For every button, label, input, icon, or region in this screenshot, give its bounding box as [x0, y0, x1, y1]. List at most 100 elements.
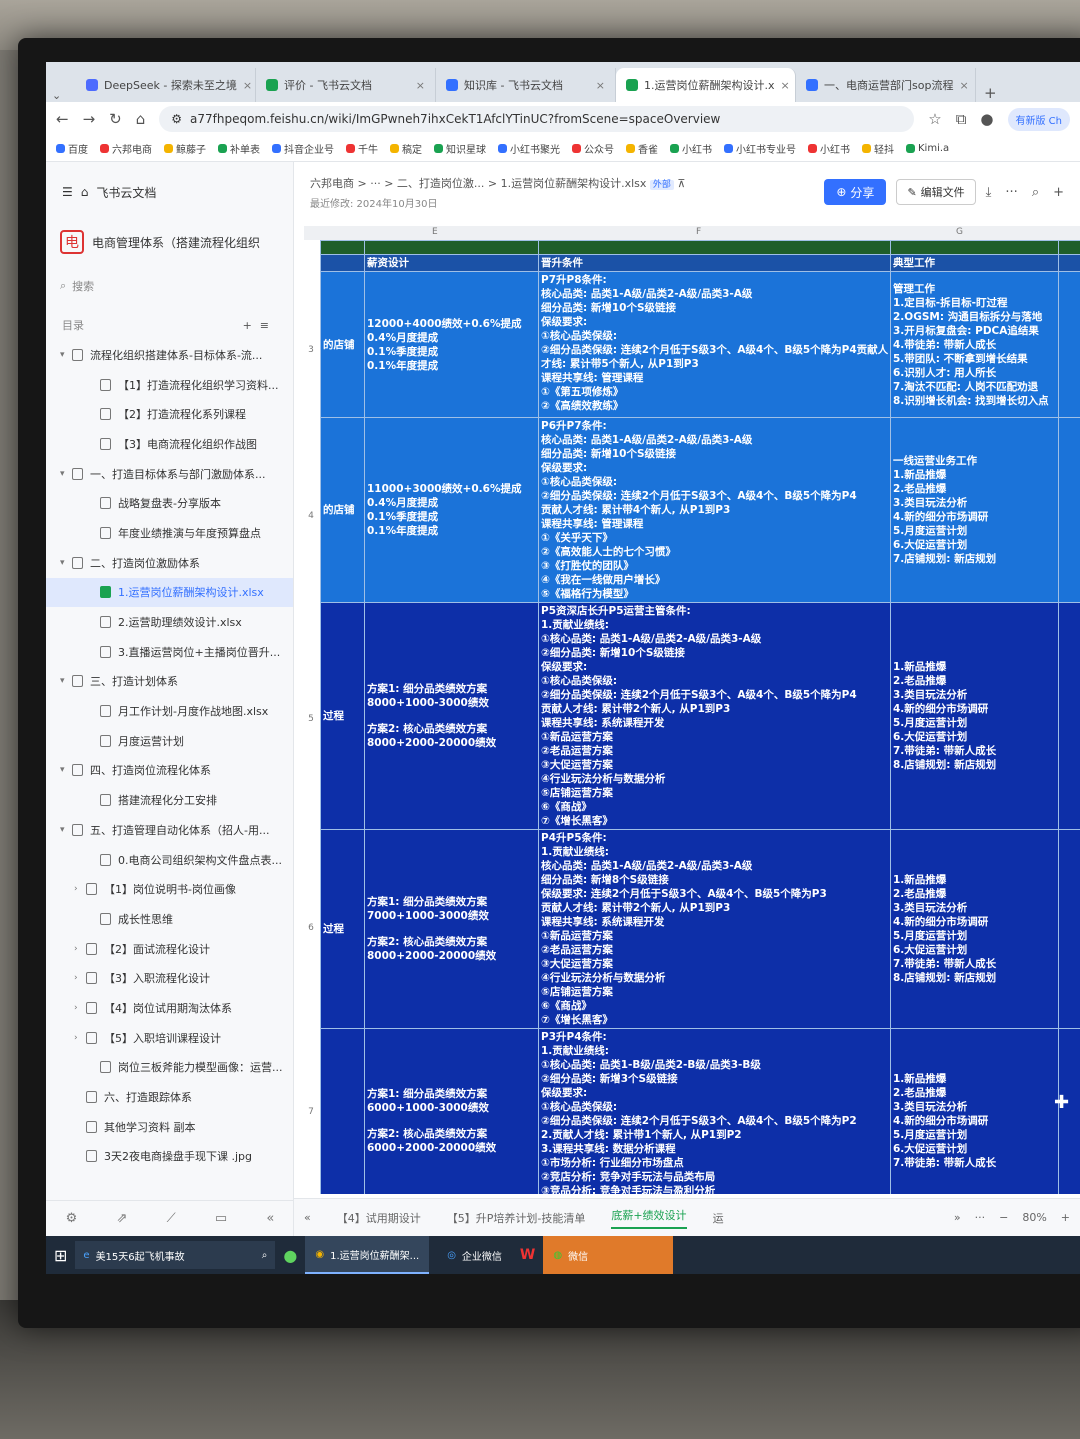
profile-icon[interactable]: ●: [980, 110, 993, 128]
sheet-tab[interactable]: 底薪+绩效设计: [611, 1207, 687, 1229]
expand-caret-icon[interactable]: ▾: [60, 558, 72, 568]
more-icon[interactable]: ···: [1005, 185, 1017, 200]
salary-cell[interactable]: 方案1: 细分品类绩效方案 8000+1000-3000绩效 方案2: 核心品类绩效…: [364, 602, 539, 830]
row-label-cell[interactable]: 过程: [320, 602, 365, 830]
collapse-sidebar-icon[interactable]: ☰: [62, 185, 73, 199]
bookmark-item[interactable]: 公众号: [572, 141, 614, 156]
promotion-cell[interactable]: P5资深店长升P5运营主管条件: 1.贡献业绩线: ①核心品类: 品类1-A级/品类…: [538, 602, 891, 830]
expand-caret-icon[interactable]: ›: [74, 973, 86, 983]
bookmark-item[interactable]: 六邦电商: [100, 141, 152, 156]
work-cell[interactable]: 一线运营业务工作 1.新品推爆 2.老品推爆 3.类目玩法分析 4.新的细分市场调研 5.…: [890, 417, 1059, 603]
bookmark-item[interactable]: 小红书聚光: [498, 141, 560, 156]
expand-caret-icon[interactable]: ▾: [60, 825, 72, 835]
home-icon[interactable]: ⌂: [81, 185, 89, 199]
toc-item[interactable]: ▾ 四、打造岗位流程化体系: [46, 756, 293, 786]
cell[interactable]: [320, 240, 365, 255]
close-tab-icon[interactable]: ×: [243, 79, 252, 92]
close-tab-icon[interactable]: ×: [596, 79, 605, 92]
cell[interactable]: [1058, 254, 1080, 272]
sheet-tab[interactable]: 运: [713, 1210, 724, 1226]
reload-icon[interactable]: ↻: [109, 110, 122, 128]
browser-tab[interactable]: DeepSeek - 探索未至之境 ×: [76, 68, 256, 102]
toc-item[interactable]: ▾ 五、打造管理自动化体系（招人-用...: [46, 815, 293, 845]
toc-item[interactable]: ▾ 二、打造岗位激励体系: [46, 548, 293, 578]
toc-item[interactable]: › 【2】面试流程化设计: [46, 934, 293, 964]
bookmark-item[interactable]: 小红书: [670, 141, 712, 156]
sort-icon[interactable]: ≡: [260, 319, 277, 332]
salary-cell[interactable]: 11000+3000绩效+0.6%提成 0.4%月度提成 0.1%季度提成 0.1%年…: [364, 417, 539, 603]
cell[interactable]: [538, 240, 891, 255]
site-info-icon[interactable]: ⚙: [171, 112, 182, 126]
browser-tab[interactable]: 一、电商运营部门sop流程 ×: [796, 68, 976, 102]
column-e-header[interactable]: E: [432, 227, 438, 237]
expand-caret-icon[interactable]: ▾: [60, 765, 72, 775]
expand-caret-icon[interactable]: ›: [74, 944, 86, 954]
cell[interactable]: [1058, 271, 1080, 418]
toc-item[interactable]: 0.电商公司组织架构文件盘点表...: [46, 845, 293, 875]
header-work[interactable]: 典型工作: [890, 254, 1059, 272]
add-icon[interactable]: +: [1053, 185, 1064, 200]
windows-start-icon[interactable]: ⊞: [54, 1246, 67, 1265]
promotion-cell[interactable]: P4升P5条件: 1.贡献业绩线: 核心品类: 品类1-A级/品类2-A级/品类3-…: [538, 829, 891, 1029]
toc-item[interactable]: 六、打造跟踪体系: [46, 1082, 293, 1112]
header-salary[interactable]: 薪资设计: [364, 254, 539, 272]
row-label-cell[interactable]: 的店铺: [320, 417, 365, 603]
tab-list-icon[interactable]: ⌄: [52, 89, 76, 102]
back-icon[interactable]: ←: [56, 110, 69, 128]
toc-item[interactable]: 其他学习资料 副本: [46, 1112, 293, 1142]
bookmark-star-icon[interactable]: ☆: [928, 110, 941, 128]
toc-item[interactable]: 【2】打造流程化系列课程: [46, 399, 293, 429]
toc-item[interactable]: 1.运营岗位薪酬架构设计.xlsx: [46, 577, 293, 608]
expand-caret-icon[interactable]: ▾: [60, 350, 72, 360]
promotion-cell[interactable]: P3升P4条件: 1.贡献业绩线: ①核心品类: 品类1-B级/品类2-B级/品类3…: [538, 1028, 891, 1194]
toc-item[interactable]: 成长性思维: [46, 904, 293, 934]
toc-item[interactable]: 战略复盘表-分享版本: [46, 488, 293, 518]
toc-item[interactable]: › 【5】入职培训课程设计: [46, 1023, 293, 1053]
toc-item[interactable]: ▾ 一、打造目标体系与部门激励体系...: [46, 459, 293, 489]
expand-caret-icon[interactable]: ›: [74, 884, 86, 894]
browser-tab[interactable]: 知识库 - 飞书云文档 ×: [436, 68, 616, 102]
toc-item[interactable]: 【3】电商流程化组织作战图: [46, 429, 293, 459]
header-promotion[interactable]: 晋升条件: [538, 254, 891, 272]
add-page-icon[interactable]: +: [243, 319, 260, 332]
toc-item[interactable]: › 【1】岗位说明书-岗位画像: [46, 874, 293, 904]
column-f-header[interactable]: F: [696, 227, 701, 237]
spreadsheet[interactable]: E F G 薪资设计 晋升条件 典型工作 的店铺 12000+4000绩效+0.6…: [304, 226, 1080, 1194]
toc-item[interactable]: 3.直播运营岗位+主播岗位晋升...: [46, 637, 293, 667]
salary-cell[interactable]: 12000+4000绩效+0.6%提成 0.4%月度提成 0.1%季度提成 0.1%年…: [364, 271, 539, 418]
stats-icon[interactable]: ⟋: [167, 1211, 176, 1226]
promotion-cell[interactable]: P7升P8条件: 核心品类: 品类1-A级/品类2-A级/品类3-A级 细分品类: …: [538, 271, 891, 418]
expand-caret-icon[interactable]: ▾: [60, 469, 72, 479]
browser-tab[interactable]: 评价 - 飞书云文档 ×: [256, 68, 436, 102]
bookmark-item[interactable]: 轻抖: [862, 141, 894, 156]
toc-item[interactable]: 【1】打造流程化组织学习资料...: [46, 370, 293, 400]
update-button[interactable]: 有新版 Ch: [1007, 107, 1070, 131]
space-title[interactable]: 电 电商管理体系（搭建流程化组织: [46, 222, 293, 262]
toc-item[interactable]: 年度业绩推演与年度预算盘点: [46, 518, 293, 548]
bookmark-item[interactable]: 知识星球: [434, 141, 486, 156]
sheet-tab[interactable]: 【4】试用期设计: [337, 1210, 421, 1226]
share-button[interactable]: ⊕ 分享: [824, 179, 887, 205]
trash-icon[interactable]: ▭: [215, 1211, 227, 1226]
toc-item[interactable]: ▾ 三、打造计划体系: [46, 667, 293, 697]
cell[interactable]: [1058, 240, 1080, 255]
bookmark-item[interactable]: 香雀: [626, 141, 658, 156]
forward-icon[interactable]: →: [83, 110, 96, 128]
sidebar-search[interactable]: ⌕ 搜索: [60, 272, 279, 300]
toc-item[interactable]: › 【3】入职流程化设计: [46, 963, 293, 993]
expand-caret-icon[interactable]: ▾: [60, 676, 72, 686]
zoom-out-icon[interactable]: −: [999, 1211, 1008, 1224]
zoom-in-icon[interactable]: +: [1061, 1211, 1070, 1224]
row-label-cell[interactable]: 过程: [320, 829, 365, 1029]
bookmark-item[interactable]: 千牛: [346, 141, 378, 156]
bookmark-item[interactable]: 小红书专业号: [724, 141, 796, 156]
bookmark-item[interactable]: 鲸藤子: [164, 141, 206, 156]
salary-cell[interactable]: 方案1: 细分品类绩效方案 6000+1000-3000绩效 方案2: 核心品类绩效…: [364, 1028, 539, 1194]
download-icon[interactable]: ⤓: [986, 185, 992, 200]
cell[interactable]: [1058, 417, 1080, 603]
app-name[interactable]: 飞书云文档: [96, 184, 156, 201]
expand-caret-icon[interactable]: ›: [74, 1003, 86, 1013]
browser-tab[interactable]: 1.运营岗位薪酬架构设计.x ×: [616, 68, 796, 102]
promotion-cell[interactable]: P6升P7条件: 核心品类: 品类1-A级/品类2-A级/品类3-A级 细分品类: …: [538, 417, 891, 603]
toc-item[interactable]: 2.运营助理绩效设计.xlsx: [46, 607, 293, 637]
